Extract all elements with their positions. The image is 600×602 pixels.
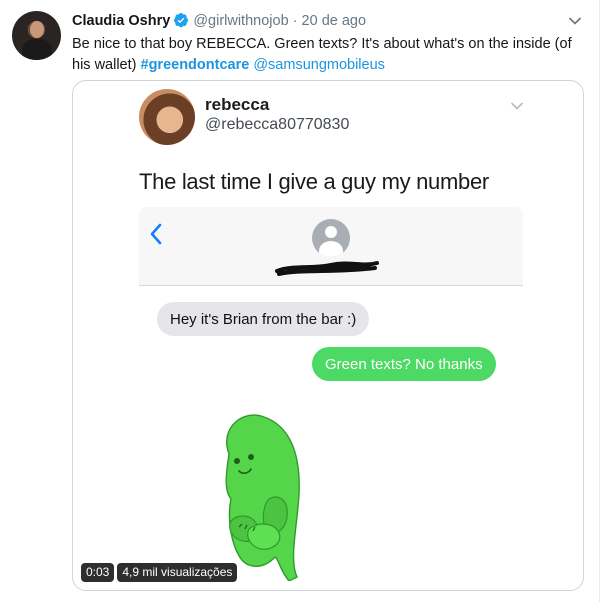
video-duration-badge: 0:03 <box>81 563 115 582</box>
embedded-avatar <box>139 89 195 145</box>
embedded-name: rebecca <box>205 95 270 114</box>
video-media[interactable]: rebecca @rebecca80770830 The last time I… <box>72 80 584 591</box>
verified-badge-icon <box>173 12 189 33</box>
incoming-message-bubble: Hey it's Brian from the bar :) <box>157 302 370 336</box>
hashtag-link[interactable]: #greendontcare <box>141 57 250 73</box>
outgoing-message-bubble: Green texts? No thanks <box>312 347 496 381</box>
imessage-screenshot: Hey it's Brian from the bar :) Green tex… <box>139 207 523 590</box>
pickle-character-illustration <box>209 409 309 586</box>
redaction-scribble <box>273 259 381 284</box>
back-arrow-icon <box>149 223 163 250</box>
author-avatar[interactable] <box>12 11 61 60</box>
video-views-badge: 4,9 mil visualizações <box>117 563 238 582</box>
imessage-header <box>139 207 523 286</box>
mention-link[interactable]: @samsungmobileus <box>253 57 385 73</box>
tweet-header: Claudia Oshry @girlwithnojob · 20 de ago <box>72 12 366 33</box>
embedded-handle: @rebecca80770830 <box>205 116 350 133</box>
chevron-down-icon <box>510 98 524 116</box>
contact-avatar-icon <box>312 219 350 257</box>
chevron-down-icon[interactable] <box>568 13 582 31</box>
author-handle[interactable]: @girlwithnojob <box>193 13 288 29</box>
display-name[interactable]: Claudia Oshry <box>72 13 170 29</box>
embedded-tweet-text: The last time I give a guy my number <box>139 169 489 194</box>
separator-dot: · <box>292 13 298 29</box>
video-badges: 0:03 4,9 mil visualizações <box>81 563 240 582</box>
tweet-text: Be nice to that boy REBECCA. Green texts… <box>72 34 587 76</box>
tweet-timestamp[interactable]: 20 de ago <box>302 13 367 29</box>
